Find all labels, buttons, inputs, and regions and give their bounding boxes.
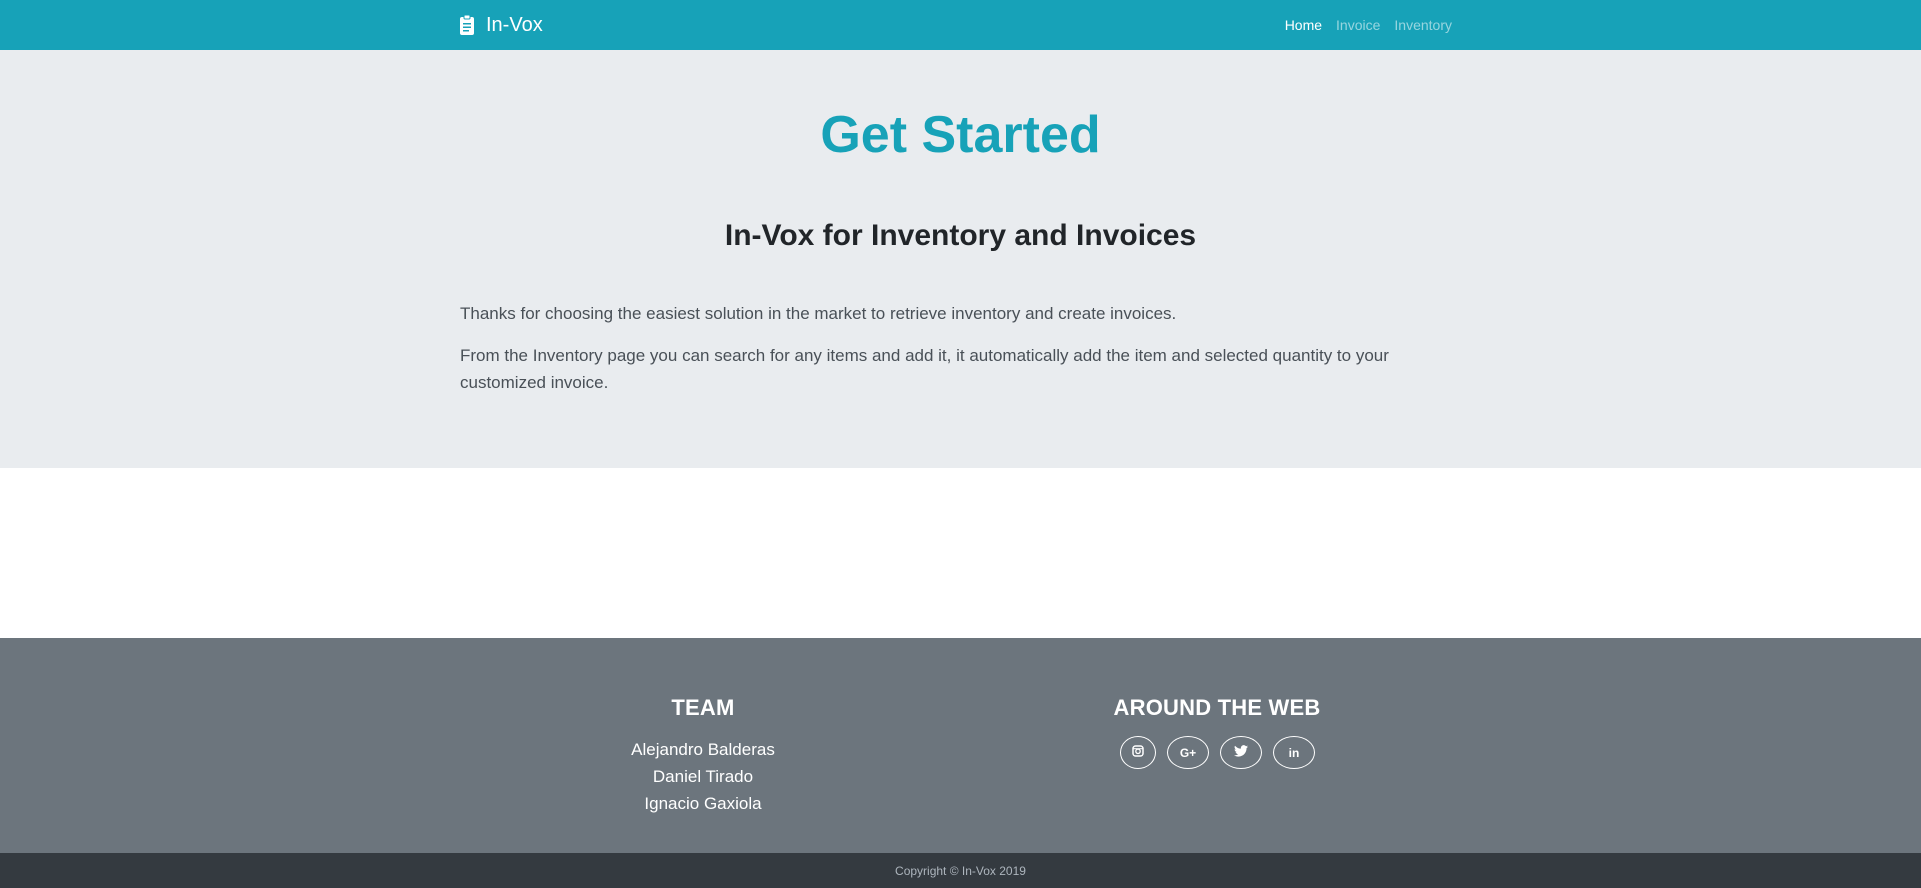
twitter-icon — [1234, 745, 1248, 760]
copyright-text: Copyright © In-Vox 2019 — [895, 864, 1026, 878]
hero-section: Get Started In-Vox for Inventory and Inv… — [0, 50, 1921, 468]
navbar: In-Vox Home Invoice Inventory — [0, 0, 1921, 50]
team-member: Ignacio Gaxiola — [644, 794, 762, 813]
instagram-button[interactable] — [1120, 736, 1156, 769]
around-the-web-section: AROUND THE WEB G+ in — [1112, 694, 1322, 769]
google-plus-icon: G+ — [1179, 745, 1197, 760]
nav-link-invoice[interactable]: Invoice — [1336, 16, 1380, 34]
nav-links: Home Invoice Inventory — [1285, 16, 1452, 34]
google-plus-button[interactable]: G+ — [1167, 736, 1209, 769]
brand-link[interactable]: In-Vox — [460, 12, 543, 38]
nav-link-home[interactable]: Home — [1285, 16, 1322, 34]
brand-name: In-Vox — [486, 14, 543, 36]
linkedin-icon: in — [1288, 745, 1300, 760]
footer: TEAM Alejandro Balderas Daniel Tirado Ig… — [0, 638, 1921, 853]
team-member: Alejandro Balderas — [631, 740, 775, 759]
hero-paragraph-2: From the Inventory page you can search f… — [460, 346, 1389, 392]
social-links: G+ in — [1112, 736, 1322, 769]
copyright-bar: Copyright © In-Vox 2019 — [0, 853, 1921, 888]
team-section: TEAM Alejandro Balderas Daniel Tirado Ig… — [580, 694, 826, 817]
twitter-button[interactable] — [1220, 736, 1262, 769]
hero-title: Get Started — [820, 106, 1101, 164]
hero-subtitle: In-Vox for Inventory and Invoices — [724, 219, 1197, 252]
team-list: Alejandro Balderas Daniel Tirado Ignacio… — [580, 736, 826, 817]
team-member: Daniel Tirado — [652, 767, 754, 786]
clipboard-icon — [460, 14, 474, 35]
instagram-icon — [1132, 745, 1144, 760]
around-the-web-heading: AROUND THE WEB — [1113, 695, 1321, 720]
linkedin-button[interactable]: in — [1273, 736, 1315, 769]
team-heading: TEAM — [671, 695, 735, 720]
hero-paragraph-1: Thanks for choosing the easiest solution… — [460, 304, 1177, 323]
nav-link-inventory[interactable]: Inventory — [1394, 16, 1452, 34]
